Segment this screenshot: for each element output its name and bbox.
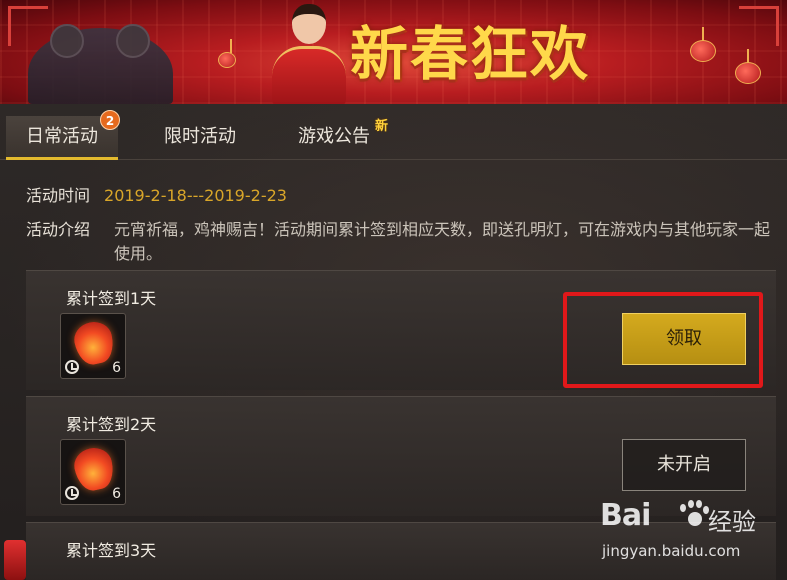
reward-item[interactable]: 6	[60, 313, 126, 379]
item-quantity: 6	[112, 360, 121, 376]
clock-icon	[65, 486, 79, 500]
watermark-url: jingyan.baidu.com	[602, 542, 741, 560]
reward-item[interactable]: 6	[60, 439, 126, 505]
clock-icon	[65, 360, 79, 374]
banner-title: 新春狂欢	[350, 20, 591, 88]
activity-time-label: 活动时间	[26, 186, 91, 205]
sky-lantern-icon	[71, 444, 117, 494]
tab-limited-activities[interactable]: 限时活动	[144, 116, 256, 160]
activity-time-value: 2019-2-18---2019-2-23	[104, 186, 287, 205]
tab-label: 游戏公告	[298, 126, 370, 147]
banner-frame-corner	[739, 6, 779, 46]
new-badge: 新	[374, 119, 388, 134]
tab-label: 限时活动	[164, 126, 236, 147]
claim-button[interactable]: 领取	[622, 313, 746, 365]
banner-frame-corner	[8, 6, 48, 46]
activity-intro-label: 活动介绍	[26, 220, 91, 239]
item-quantity: 6	[112, 486, 121, 502]
watermark-suffix: 经验	[708, 508, 756, 536]
tab-label: 日常活动	[26, 126, 98, 147]
character-illustration	[262, 0, 354, 104]
paw-icon	[678, 500, 709, 530]
event-banner: 新春狂欢	[0, 0, 787, 104]
lantern-icon	[218, 39, 236, 68]
reward-title: 累计签到3天	[66, 541, 157, 560]
firecracker-decoration	[4, 540, 26, 580]
not-open-button[interactable]: 未开启	[622, 439, 746, 491]
tab-game-announcements[interactable]: 游戏公告 新	[278, 116, 390, 160]
lantern-icon	[735, 49, 761, 84]
watermark-brand: Bai	[600, 498, 651, 533]
watermark: Bai 经验 jingyan.baidu.com	[600, 492, 780, 572]
tab-daily-activities[interactable]: 日常活动 2	[6, 110, 120, 160]
reward-title: 累计签到2天	[66, 415, 157, 434]
reward-row: 累计签到1天 6 领取	[26, 270, 776, 390]
reward-title: 累计签到1天	[66, 289, 157, 308]
tab-bar: 日常活动 2 限时活动 游戏公告 新	[0, 104, 787, 160]
activity-time: 活动时间 2019-2-18---2019-2-23	[26, 184, 287, 208]
activity-intro: 活动介绍 元宵祈福，鸡神赐吉！活动期间累计签到相应天数，即送孔明灯，可在游戏内与…	[26, 218, 770, 268]
notification-badge: 2	[100, 110, 120, 130]
activity-intro-text: 元宵祈福，鸡神赐吉！活动期间累计签到相应天数，即送孔明灯，可在游戏内与其他玩家一…	[114, 220, 771, 263]
lantern-icon	[690, 27, 716, 62]
sky-lantern-icon	[71, 318, 117, 368]
